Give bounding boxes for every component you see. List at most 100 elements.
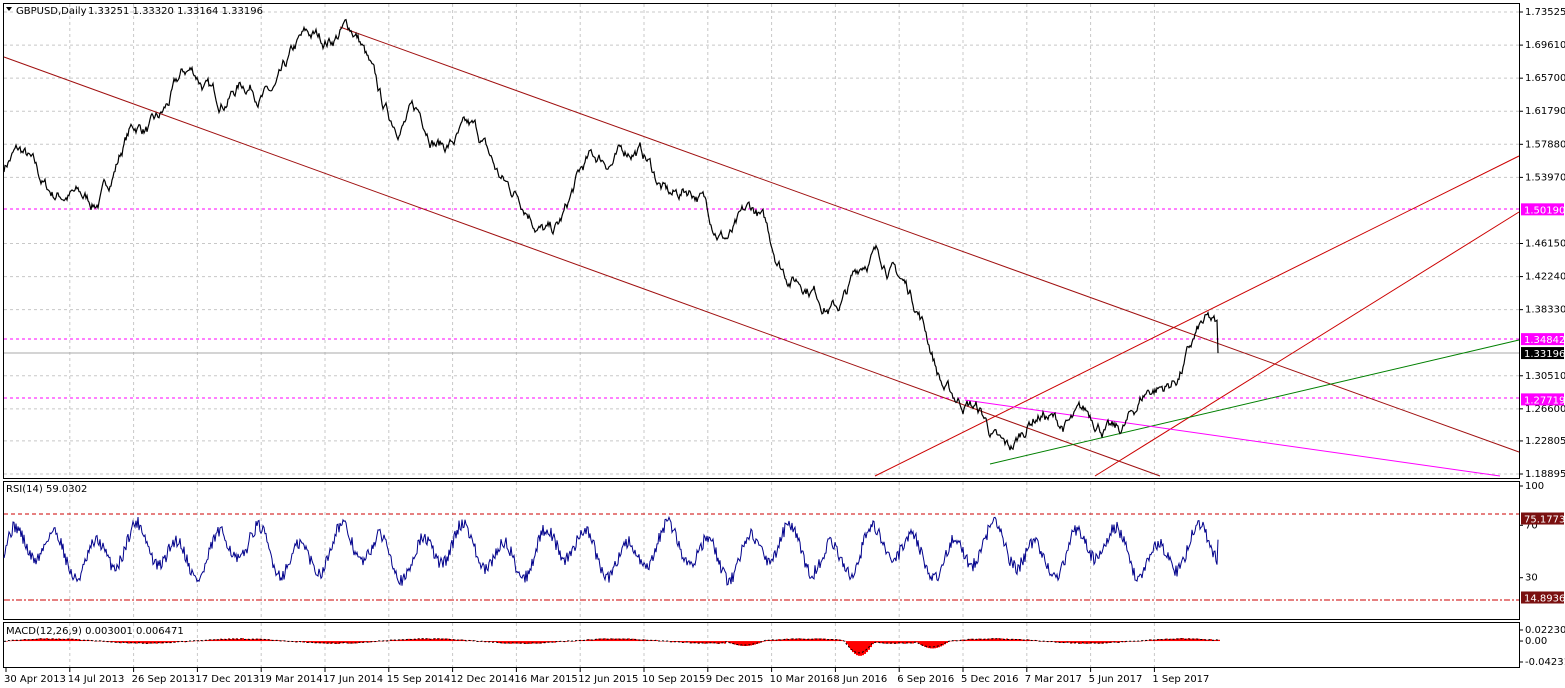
macd-bar: [10, 640, 12, 642]
macd-bar: [858, 641, 860, 656]
macd-bar: [1206, 639, 1208, 642]
current-price-label: 1.33196: [1524, 349, 1565, 360]
macd-bar: [388, 640, 390, 642]
macd-bar: [266, 639, 268, 642]
macd-bar: [860, 641, 862, 656]
rsi-tick-label: 30: [1525, 573, 1538, 584]
macd-bar: [1190, 638, 1192, 642]
time-tick-label: 16 Mar 2015: [514, 674, 577, 685]
macd-bar: [1072, 641, 1074, 644]
macd-bar: [880, 641, 882, 644]
macd-bar: [866, 641, 868, 653]
time-tick-label: 26 Sep 2013: [132, 674, 195, 685]
time-tick-label: 9 Dec 2015: [706, 674, 764, 685]
macd-bar: [684, 641, 686, 643]
macd-bar: [258, 638, 260, 642]
macd-bar: [904, 641, 906, 644]
macd-bar: [884, 641, 886, 644]
chart-ohlc: 1.33251 1.33320 1.33164 1.33196: [88, 6, 263, 17]
time-tick-label: 15 Sep 2014: [387, 674, 450, 685]
macd-bar: [668, 640, 670, 642]
macd-bar: [514, 641, 516, 644]
macd-bar: [148, 641, 150, 644]
macd-bar: [242, 638, 244, 642]
time-tick-label: 6 Sep 2016: [897, 674, 954, 685]
macd-bar: [152, 641, 154, 644]
macd-bar: [908, 641, 910, 644]
price-marker-label: 1.27719: [1524, 395, 1565, 406]
time-tick-label: 7 Mar 2017: [1025, 674, 1082, 685]
macd-bar: [1210, 639, 1212, 642]
macd-bar: [140, 641, 142, 644]
macd-bar: [1076, 641, 1078, 643]
macd-bar: [416, 639, 418, 642]
macd-bar: [758, 641, 760, 644]
macd-bar: [888, 641, 890, 644]
macd-tick-label: -0.042312: [1525, 657, 1565, 668]
macd-bar: [1084, 641, 1086, 644]
price-tick-label: 1.73525: [1525, 7, 1565, 18]
price-tick-label: 1.65700: [1525, 73, 1565, 84]
macd-bar: [856, 641, 858, 656]
macd-bar: [14, 640, 16, 642]
macd-bar: [372, 641, 374, 642]
macd-bar: [640, 639, 642, 642]
macd-bar: [22, 639, 24, 642]
macd-label: MACD(12,26,9) 0.003001 0.006471: [6, 626, 184, 637]
chart-background: [0, 0, 1565, 688]
time-tick-label: 17 Dec 2013: [195, 674, 259, 685]
macd-bar: [896, 641, 898, 644]
macd-tick-label: 0.022307: [1525, 625, 1565, 636]
time-tick-label: 8 Jun 2016: [833, 674, 887, 685]
gbpusd-chart-window[interactable]: GBPUSD,Daily 1.33251 1.33320 1.33164 1.3…: [0, 0, 1565, 688]
macd-bar: [238, 639, 240, 642]
macd-bar: [250, 639, 252, 642]
macd-bar: [900, 641, 902, 644]
macd-bar: [396, 640, 398, 642]
macd-bar: [18, 640, 20, 642]
macd-bar: [400, 639, 402, 642]
macd-bar: [660, 640, 662, 642]
time-tick-label: 12 Dec 2014: [451, 674, 515, 685]
macd-tick-label: 0.00: [1525, 636, 1547, 647]
price-axis: 1.73525 1.69610 1.65700 1.61790 1.57880 1.539…: [1519, 7, 1565, 480]
macd-bar: [408, 638, 410, 642]
macd-bar: [848, 641, 850, 648]
macd-bar: [246, 638, 248, 642]
macd-bar: [680, 641, 682, 643]
macd-bar: [636, 639, 638, 642]
macd-bar: [136, 641, 138, 644]
macd-bar: [144, 641, 146, 644]
macd-bar: [412, 639, 414, 642]
price-tick-label: 1.30510: [1525, 371, 1565, 382]
macd-bar: [376, 641, 378, 642]
time-tick-label: 1 Sep 2017: [1152, 674, 1209, 685]
macd-bar: [1080, 641, 1082, 644]
macd-bar: [380, 640, 382, 642]
price-tick-label: 1.61790: [1525, 106, 1565, 117]
macd-bar: [1096, 641, 1098, 644]
macd-bar: [1214, 639, 1216, 642]
macd-bar: [262, 639, 264, 642]
macd-bar: [862, 641, 864, 656]
macd-bar: [506, 641, 508, 644]
price-marker-label: 1.50190: [1524, 205, 1565, 216]
macd-bar: [766, 640, 768, 642]
macd-bar: [656, 640, 658, 642]
macd-bar: [762, 641, 764, 642]
time-tick-label: 30 Apr 2013: [4, 674, 66, 685]
time-tick-label: 5 Jun 2017: [1089, 674, 1143, 685]
chart-symbol: GBPUSD,Daily: [16, 6, 87, 17]
rsi-label: RSI(14) 59.0302: [6, 484, 87, 495]
macd-bar: [1198, 638, 1200, 642]
macd-bar: [6, 641, 8, 642]
rsi-level-label: 14.8936: [1524, 593, 1565, 604]
macd-bar: [254, 639, 256, 642]
time-tick-label: 19 Mar 2014: [259, 674, 322, 685]
macd-bar: [124, 641, 126, 643]
macd-bar: [688, 641, 690, 643]
macd-bar: [916, 641, 918, 643]
macd-bar: [876, 641, 878, 643]
price-tick-label: 1.18895: [1525, 469, 1565, 480]
price-tick-label: 1.69610: [1525, 40, 1565, 51]
